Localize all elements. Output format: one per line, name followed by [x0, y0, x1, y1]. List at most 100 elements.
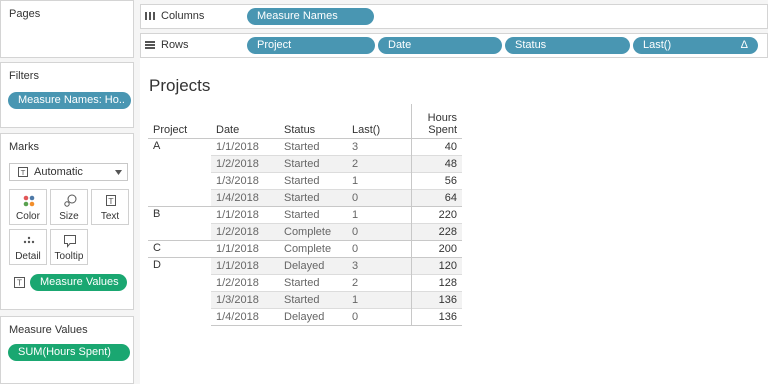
mark-type-value: Automatic [34, 166, 83, 178]
sum-hours-spent-pill[interactable]: SUM(Hours Spent) [8, 344, 130, 361]
header-hours-line1: Hours [427, 111, 457, 124]
status-cell[interactable]: Complete [279, 222, 347, 240]
date-cell[interactable]: 1/2/2018 [211, 154, 279, 172]
date-cell[interactable]: 1/3/2018 [211, 171, 279, 189]
hours-cell[interactable]: 228 [410, 222, 462, 240]
date-cell[interactable]: 1/2/2018 [211, 273, 279, 291]
date-cell[interactable]: 1/1/2018 [211, 256, 279, 274]
svg-text:T: T [20, 169, 26, 177]
chevron-down-icon [115, 170, 122, 175]
last-cell[interactable]: 2 [347, 273, 411, 291]
detail-icon [23, 236, 35, 244]
header-hours-line2: Spent [428, 123, 457, 136]
date-cell[interactable]: 1/2/2018 [211, 222, 279, 240]
project-pill[interactable]: Project [247, 37, 375, 54]
date-cell[interactable]: 1/4/2018 [211, 307, 279, 326]
project-cell[interactable]: D [148, 256, 211, 325]
status-cell[interactable]: Started [279, 138, 347, 155]
hours-cell[interactable]: 220 [410, 205, 462, 223]
header-status[interactable]: Status [279, 104, 347, 139]
size-icon [64, 194, 77, 207]
last-cell[interactable]: 2 [347, 154, 411, 172]
color-icon [23, 195, 35, 207]
pages-title: Pages [9, 8, 41, 20]
tooltip-icon [64, 235, 76, 248]
filters-card: Filters Measure Names: Ho.. [0, 62, 134, 128]
last-cell[interactable]: 1 [347, 290, 411, 308]
columns-shelf[interactable]: Columns Measure Names [140, 4, 768, 29]
hours-cell[interactable]: 120 [410, 256, 462, 274]
status-cell[interactable]: Started [279, 171, 347, 189]
mark-type-dropdown[interactable]: T Automatic [9, 163, 128, 181]
status-cell[interactable]: Started [279, 205, 347, 223]
last-cell[interactable]: 3 [347, 256, 411, 274]
last-pill[interactable]: Last() Δ [633, 37, 758, 54]
date-cell[interactable]: 1/1/2018 [211, 239, 279, 257]
size-button[interactable]: Size [50, 189, 88, 225]
measure-names-filter-pill[interactable]: Measure Names: Ho.. [8, 92, 131, 109]
svg-text:T: T [16, 279, 22, 288]
status-cell[interactable]: Delayed [279, 307, 347, 326]
hours-cell[interactable]: 40 [410, 138, 462, 155]
view-canvas: Projects Project Date Status Last() Hour… [140, 58, 768, 384]
filters-title: Filters [9, 70, 39, 82]
color-button[interactable]: Color [9, 189, 47, 225]
header-row: Project Date Status Last() Hours Spent [148, 104, 462, 139]
last-cell[interactable]: 1 [347, 171, 411, 189]
hours-cell[interactable]: 200 [410, 239, 462, 257]
date-pill[interactable]: Date [378, 37, 502, 54]
header-hours-spent[interactable]: Hours Spent [410, 104, 462, 139]
marks-card: Marks T Automatic Color Size T Text Deta… [0, 133, 134, 310]
header-project[interactable]: Project [148, 104, 211, 139]
hours-cell[interactable]: 56 [410, 171, 462, 189]
svg-text:T: T [108, 197, 114, 206]
rows-shelf[interactable]: Rows Project Date Status Last() Δ [140, 33, 768, 58]
status-cell[interactable]: Started [279, 154, 347, 172]
measure-values-text-pill[interactable]: Measure Values [30, 274, 127, 291]
date-cell[interactable]: 1/1/2018 [211, 138, 279, 155]
date-cell[interactable]: 1/1/2018 [211, 205, 279, 223]
header-last[interactable]: Last() [347, 104, 411, 139]
status-cell[interactable]: Started [279, 290, 347, 308]
table-row: D 1/1/2018 Delayed 3 120 [148, 256, 462, 325]
hours-cell[interactable]: 48 [410, 154, 462, 172]
text-button[interactable]: T Text [91, 189, 129, 225]
project-cell[interactable]: A [148, 138, 211, 206]
text-icon: T [106, 195, 116, 206]
marks-title: Marks [9, 141, 39, 153]
status-cell[interactable]: Started [279, 273, 347, 291]
last-cell[interactable]: 1 [347, 205, 411, 223]
status-cell[interactable]: Delayed [279, 256, 347, 274]
hours-cell[interactable]: 136 [410, 307, 462, 326]
project-cell[interactable]: C [148, 239, 211, 257]
last-cell[interactable]: 0 [347, 239, 411, 257]
header-date[interactable]: Date [211, 104, 279, 139]
detail-button[interactable]: Detail [9, 229, 47, 265]
hours-cell[interactable]: 136 [410, 290, 462, 308]
hours-cell[interactable]: 128 [410, 273, 462, 291]
last-cell[interactable]: 0 [347, 307, 411, 326]
pages-card: Pages [0, 0, 134, 58]
status-cell[interactable]: Complete [279, 239, 347, 257]
text-mark-icon: T [18, 167, 28, 177]
date-cell[interactable]: 1/3/2018 [211, 290, 279, 308]
date-cell[interactable]: 1/4/2018 [211, 188, 279, 206]
view-title: Projects [149, 76, 211, 95]
rows-icon [145, 41, 155, 49]
table-row: B 1/1/2018 Started 1 220 [148, 205, 462, 240]
columns-icon [145, 12, 155, 20]
hours-cell[interactable]: 64 [410, 188, 462, 206]
delta-icon: Δ [740, 39, 748, 51]
measure-values-title: Measure Values [9, 324, 88, 336]
detail-button-label: Detail [15, 251, 41, 262]
last-cell[interactable]: 0 [347, 222, 411, 240]
status-cell[interactable]: Started [279, 188, 347, 206]
measure-names-pill[interactable]: Measure Names [247, 8, 374, 25]
tooltip-button[interactable]: Tooltip [50, 229, 88, 265]
tooltip-button-label: Tooltip [54, 251, 84, 262]
last-cell[interactable]: 3 [347, 138, 411, 155]
project-cell[interactable]: B [148, 205, 211, 240]
status-pill[interactable]: Status [505, 37, 630, 54]
table-row: A 1/1/2018 Started 3 40 [148, 138, 462, 155]
last-cell[interactable]: 0 [347, 188, 411, 206]
